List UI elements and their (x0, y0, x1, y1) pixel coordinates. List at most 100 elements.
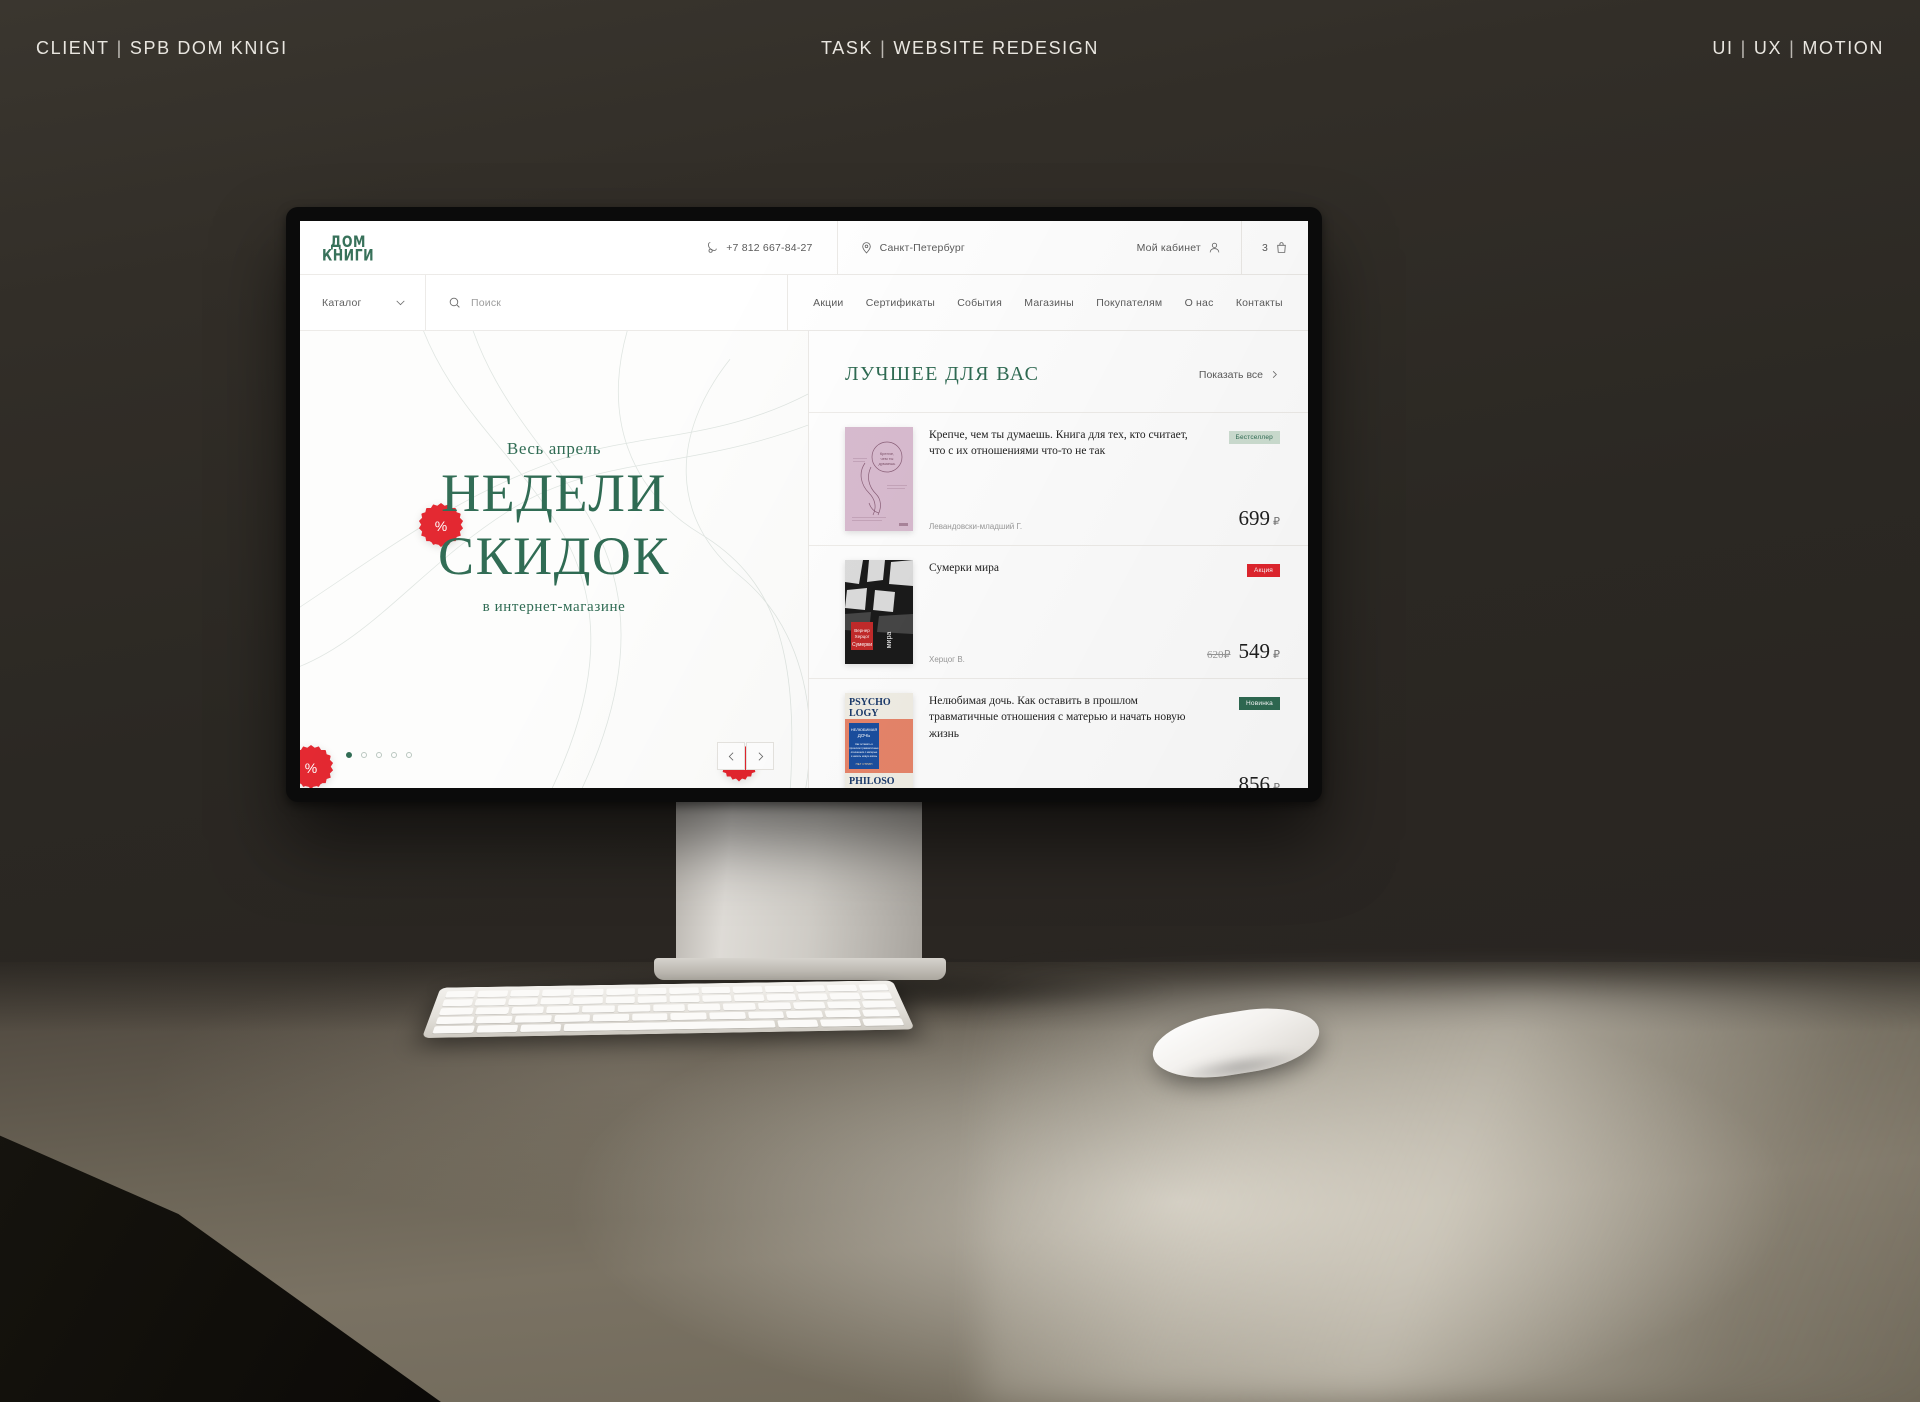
key (519, 1024, 561, 1032)
svg-text:думаешь: думаешь (879, 461, 896, 466)
price-old-value: 620₽ (1207, 649, 1231, 661)
key (829, 992, 861, 1000)
key (546, 1005, 580, 1014)
key (764, 985, 795, 993)
key (777, 1019, 819, 1028)
book-cover-art-3: PSYCHO LOGY НЕЛЮБИМАЯ ДОЧЬ Как оставить … (845, 693, 913, 788)
carousel-prev-button[interactable] (717, 742, 745, 770)
product-info: Крепче, чем ты думаешь. Книга для тех, к… (929, 427, 1280, 531)
book-cover: Крепче, чем ты думаешь (845, 427, 913, 531)
topbar-actions: Мой кабинет 3 (1137, 221, 1308, 275)
site-navbar: Каталог Поиск Акции Сертификаты События … (300, 275, 1308, 331)
caption-client-value: SPB DOM KNIGI (129, 38, 288, 58)
key (797, 993, 829, 1001)
cart-button[interactable]: 3 (1240, 221, 1308, 275)
topbar-phone[interactable]: +7 812 667-84-27 (426, 221, 837, 274)
hero-banner: % % % Весь апрель НЕДЕЛИ СКИДОК в интерн… (300, 331, 808, 788)
product-title: Сумерки мира (929, 562, 1000, 574)
account-button[interactable]: Мой кабинет (1137, 241, 1241, 254)
carousel-arrows (717, 742, 774, 770)
menu-item-kontakty[interactable]: Контакты (1236, 297, 1283, 309)
svg-text:ДОЧЬ: ДОЧЬ (858, 733, 870, 738)
key (605, 996, 635, 1004)
menu-item-sobytiya[interactable]: События (957, 297, 1002, 309)
menu-item-sertifikaty[interactable]: Сертификаты (866, 297, 935, 309)
svg-text:мира: мира (886, 632, 893, 649)
key (438, 1007, 474, 1016)
caption-client: CLIENT | SPB DOM KNIGI (36, 38, 288, 59)
chevron-right-icon (1269, 369, 1280, 380)
key (722, 1002, 756, 1011)
caption-ui: UI (1712, 38, 1734, 58)
price-value: 699 (1238, 506, 1271, 530)
key (861, 1000, 897, 1008)
caption-separator: | (116, 38, 123, 58)
book-cover: Вернер Херцог Сумерки мира (845, 560, 913, 664)
key (765, 993, 797, 1001)
product-price: 620₽ 549 ₽ (1207, 639, 1280, 664)
menu-item-magaziny[interactable]: Магазины (1024, 297, 1074, 309)
monitor-stand-neck (676, 798, 922, 968)
carousel-dot-1[interactable] (346, 752, 352, 758)
key (514, 1015, 552, 1023)
carousel-dot-5[interactable] (406, 752, 412, 758)
key (819, 1018, 862, 1027)
best-for-you-section: ЛУЧШЕЕ ДЛЯ ВАС Показать все Крепче, чем … (808, 331, 1308, 788)
best-for-you-header: ЛУЧШЕЕ ДЛЯ ВАС Показать все (809, 331, 1308, 412)
product-row[interactable]: PSYCHO LOGY НЕЛЮБИМАЯ ДОЧЬ Как оставить … (809, 678, 1308, 788)
cart-count: 3 (1261, 241, 1268, 254)
discount-badge: % (300, 749, 330, 787)
key (861, 992, 893, 1000)
key (581, 1005, 615, 1013)
key (792, 1001, 827, 1010)
key (687, 1003, 721, 1011)
key (435, 1016, 474, 1025)
svg-text:прошлом травматичные: прошлом травматичные (849, 747, 879, 750)
key (442, 999, 474, 1007)
search-input[interactable]: Поиск (426, 275, 788, 330)
city-name: Санкт-Петербург (879, 241, 965, 254)
key (592, 1013, 630, 1022)
key (862, 1009, 901, 1017)
discount-badge-symbol: % (304, 760, 318, 776)
key (477, 990, 509, 998)
logo-line-2: КНИГИ (322, 245, 375, 264)
key (670, 1012, 707, 1021)
key (732, 986, 763, 993)
menu-item-akcii[interactable]: Акции (813, 297, 843, 309)
chevron-right-icon (754, 750, 767, 763)
menu-item-pokupatelyam[interactable]: Покупателям (1096, 297, 1162, 309)
monitor: ДОМ КНИГИ +7 812 667-84-27 Санкт-Петербу… (286, 207, 1322, 802)
svg-text:ПЕГ СТРИП: ПЕГ СТРИП (856, 762, 873, 766)
keyboard[interactable] (421, 980, 915, 1039)
chevron-down-icon (394, 296, 407, 309)
key (701, 986, 731, 994)
catalog-dropdown[interactable]: Каталог (300, 275, 426, 330)
product-row[interactable]: Крепче, чем ты думаешь Крепче, чем ты ду… (809, 412, 1308, 545)
key (540, 997, 571, 1005)
carousel-dot-4[interactable] (391, 752, 397, 758)
topbar-city[interactable]: Санкт-Петербург (836, 221, 1137, 274)
show-all-link[interactable]: Показать все (1199, 369, 1280, 381)
svg-text:Сумерки: Сумерки (852, 642, 872, 648)
caption-separator: | (880, 38, 887, 58)
key (617, 1004, 650, 1013)
hero-text-block: Весь апрель НЕДЕЛИ СКИДОК в интернет-маг… (300, 439, 808, 616)
key (572, 997, 603, 1005)
book-cover-art-2: Вернер Херцог Сумерки мира (845, 560, 913, 664)
product-title: Нелюбимая дочь. Как оставить в прошлом т… (929, 695, 1186, 740)
menu-item-o-nas[interactable]: О нас (1185, 297, 1214, 309)
location-pin-icon (860, 241, 873, 254)
svg-text:отношения с матерью: отношения с матерью (851, 751, 878, 754)
svg-text:и начать новую жизнь: и начать новую жизнь (851, 755, 878, 758)
site-content: % % % Весь апрель НЕДЕЛИ СКИДОК в интерн… (300, 331, 1308, 788)
price-currency: ₽ (1273, 782, 1280, 788)
key (709, 1011, 746, 1020)
carousel-next-button[interactable] (746, 742, 774, 770)
logo[interactable]: ДОМ КНИГИ (300, 221, 426, 274)
carousel-dot-3[interactable] (376, 752, 382, 758)
carousel-dot-2[interactable] (361, 752, 367, 758)
product-row[interactable]: Вернер Херцог Сумерки мира Сумерки мира … (809, 545, 1308, 678)
carousel-dots (346, 752, 412, 758)
monitor-screen: ДОМ КНИГИ +7 812 667-84-27 Санкт-Петербу… (300, 221, 1308, 788)
